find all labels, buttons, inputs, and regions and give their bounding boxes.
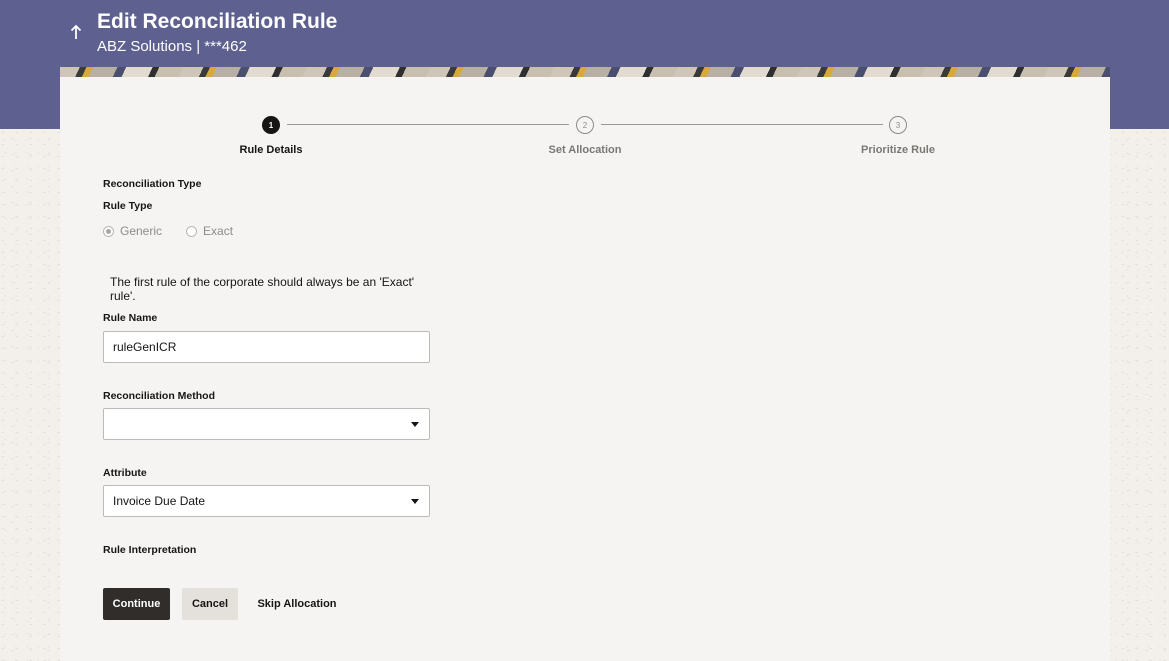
info-message: The first rule of the corporate should a…: [110, 275, 415, 303]
rule-name-input[interactable]: ruleGenICR: [103, 331, 430, 363]
rule-type-label: Rule Type: [103, 200, 153, 212]
step-3-label: Prioritize Rule: [861, 144, 935, 156]
chevron-down-icon: [411, 499, 419, 504]
step-2-indicator: 2: [576, 116, 594, 134]
radio-checked-icon: [103, 225, 114, 237]
chevron-down-icon: [411, 422, 419, 427]
attribute-label: Attribute: [103, 467, 147, 479]
rule-type-radio-group: Generic Exact: [103, 224, 257, 238]
step-3-indicator: 3: [889, 116, 907, 134]
rule-name-value: ruleGenICR: [113, 340, 177, 354]
radio-label: Exact: [203, 224, 234, 238]
rule-interpretation-label: Rule Interpretation: [103, 544, 197, 556]
skip-allocation-button[interactable]: Skip Allocation: [254, 588, 340, 620]
up-arrow-icon[interactable]: [66, 20, 86, 44]
radio-label: Generic: [120, 224, 163, 238]
attribute-value: Invoice Due Date: [113, 494, 206, 508]
cancel-button[interactable]: Cancel: [182, 588, 238, 620]
stepper-connector: [287, 124, 569, 125]
stepper-connector: [601, 124, 883, 125]
page-subtitle: ABZ Solutions | ***462: [97, 38, 247, 55]
reconciliation-method-select[interactable]: [103, 408, 430, 440]
page-title: Edit Reconciliation Rule: [97, 10, 338, 33]
reconciliation-type-label: Reconciliation Type: [103, 178, 202, 190]
rule-name-label: Rule Name: [103, 312, 158, 324]
radio-unchecked-icon: [186, 225, 198, 237]
continue-button[interactable]: Continue: [103, 588, 170, 620]
reconciliation-method-label: Reconciliation Method: [103, 390, 216, 402]
step-2-label: Set Allocation: [548, 144, 622, 156]
decorative-banner: [60, 67, 1110, 77]
step-1-indicator: 1: [262, 116, 280, 134]
form-card: [60, 77, 1110, 661]
rule-type-generic-radio[interactable]: Generic: [103, 224, 162, 238]
attribute-select[interactable]: Invoice Due Date: [103, 485, 430, 517]
step-1-label: Rule Details: [239, 144, 303, 156]
rule-type-exact-radio[interactable]: Exact: [186, 224, 233, 238]
